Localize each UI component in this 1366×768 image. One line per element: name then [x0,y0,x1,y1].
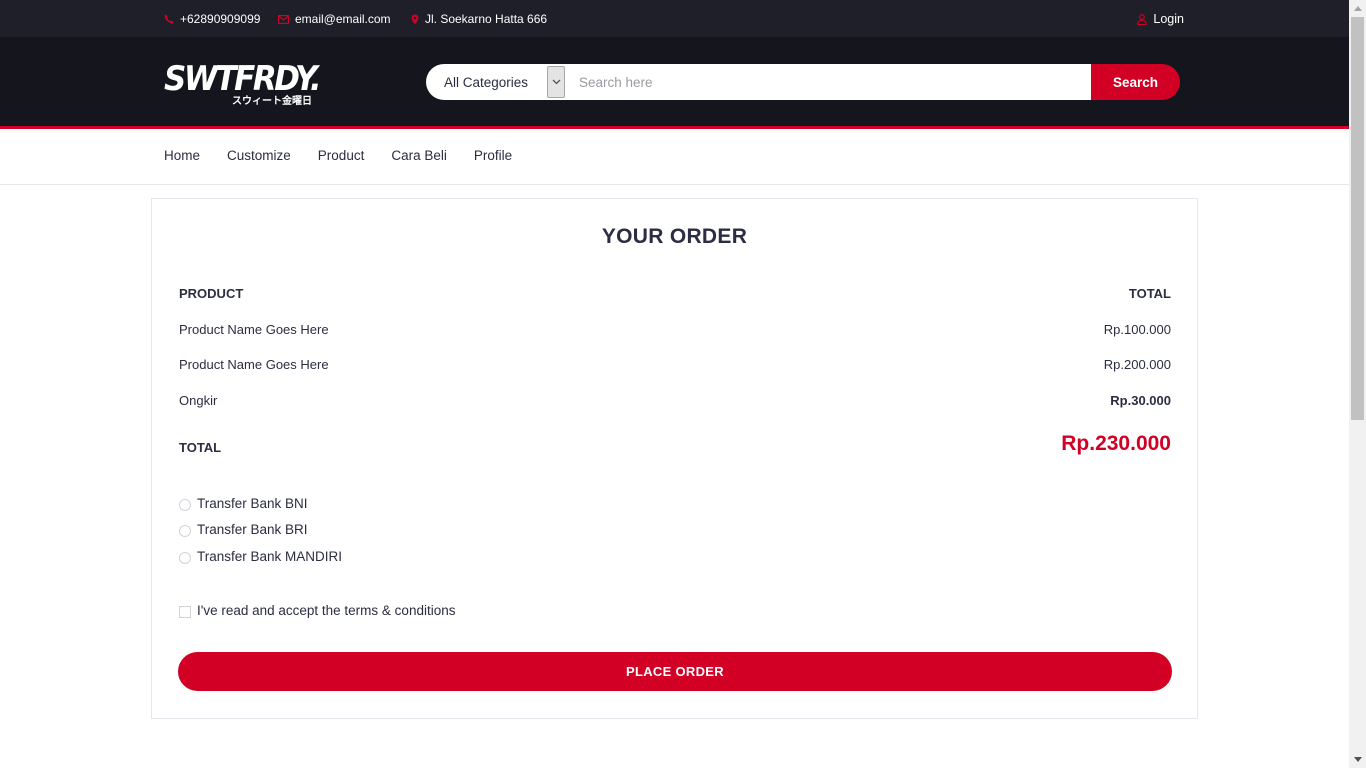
order-item-price: Rp.100.000 [1103,322,1171,337]
top-bar: +62890909099 email@email.com Jl. Soekarn… [0,0,1349,37]
order-item-price: Rp.200.000 [1103,357,1171,372]
phone-icon [164,14,174,24]
site-logo[interactable]: SWTFRDY. スウィート金曜日 [164,59,322,107]
payment-option-label: Transfer Bank MANDIRI [197,549,343,564]
nav-item-cara-beli[interactable]: Cara Beli [391,148,447,163]
radio-button[interactable] [179,551,191,564]
nav-item-home[interactable]: Home [164,148,200,163]
order-header-row: PRODUCT TOTAL [179,286,1171,301]
search-bar: All Categories Search [426,64,1180,100]
payment-option-label: Transfer Bank BNI [197,496,308,511]
order-summary: YOUR ORDER PRODUCT TOTAL Product Name Go… [151,198,1198,719]
phone-text: +62890909099 [180,12,261,26]
place-order-button[interactable]: PLACE ORDER [178,652,1172,691]
search-button[interactable]: Search [1091,64,1180,100]
shipping-label: Ongkir [179,393,218,408]
scroll-up-arrow-icon[interactable] [1349,0,1366,17]
email-text: email@email.com [295,12,391,26]
search-input[interactable] [565,64,1091,100]
main-nav: Home Customize Product Cara Beli Profile [0,129,1349,185]
email-contact[interactable]: email@email.com [278,12,391,26]
payment-option-mandiri[interactable]: Transfer Bank MANDIRI [179,549,342,564]
vertical-scrollbar[interactable] [1349,0,1366,768]
address-contact[interactable]: Jl. Soekarno Hatta 666 [411,12,547,26]
phone-contact[interactable]: +62890909099 [164,12,260,26]
payment-option-bni[interactable]: Transfer Bank BNI [179,496,308,511]
terms-label: I've read and accept the terms & conditi… [197,603,456,618]
nav-item-profile[interactable]: Profile [474,148,512,163]
login-label: Login [1153,12,1184,26]
shipping-row: Ongkir Rp.30.000 [179,393,1171,408]
payment-option-label: Transfer Bank BRI [197,522,308,537]
map-marker-icon [411,14,419,24]
login-link[interactable]: Login [1137,12,1184,26]
nav-item-customize[interactable]: Customize [227,148,291,163]
total-column-header: TOTAL [1128,286,1171,301]
scrollbar-thumb[interactable] [1351,17,1364,420]
nav-item-product[interactable]: Product [318,148,365,163]
shipping-price: Rp.30.000 [1110,393,1171,408]
address-text: Jl. Soekarno Hatta 666 [425,12,548,26]
product-column-header: PRODUCT [179,286,244,301]
radio-button[interactable] [179,524,191,537]
checkbox[interactable] [179,605,191,618]
payment-option-bri[interactable]: Transfer Bank BRI [179,522,308,537]
order-item-name: Product Name Goes Here [179,357,329,372]
total-row: TOTAL Rp.230.000 [179,432,1171,456]
user-icon [1137,13,1148,25]
category-selected-label: All Categories [444,74,529,90]
terms-checkbox[interactable]: I've read and accept the terms & conditi… [179,603,455,618]
order-item-name: Product Name Goes Here [179,322,329,337]
header: SWTFRDY. スウィート金曜日 All Categories Search [0,37,1349,129]
order-item-row: Product Name Goes Here Rp.100.000 [179,322,1171,337]
order-item-row: Product Name Goes Here Rp.200.000 [179,357,1171,372]
envelope-icon [278,14,289,24]
total-label: TOTAL [179,439,222,455]
radio-button[interactable] [179,498,191,511]
logo-subtitle: スウィート金曜日 [232,96,312,107]
category-select[interactable]: All Categories [426,64,565,100]
chevron-down-icon[interactable] [547,66,565,98]
order-title: YOUR ORDER [601,225,748,248]
scroll-down-arrow-icon[interactable] [1349,751,1366,768]
total-price: Rp.230.000 [1061,432,1171,455]
